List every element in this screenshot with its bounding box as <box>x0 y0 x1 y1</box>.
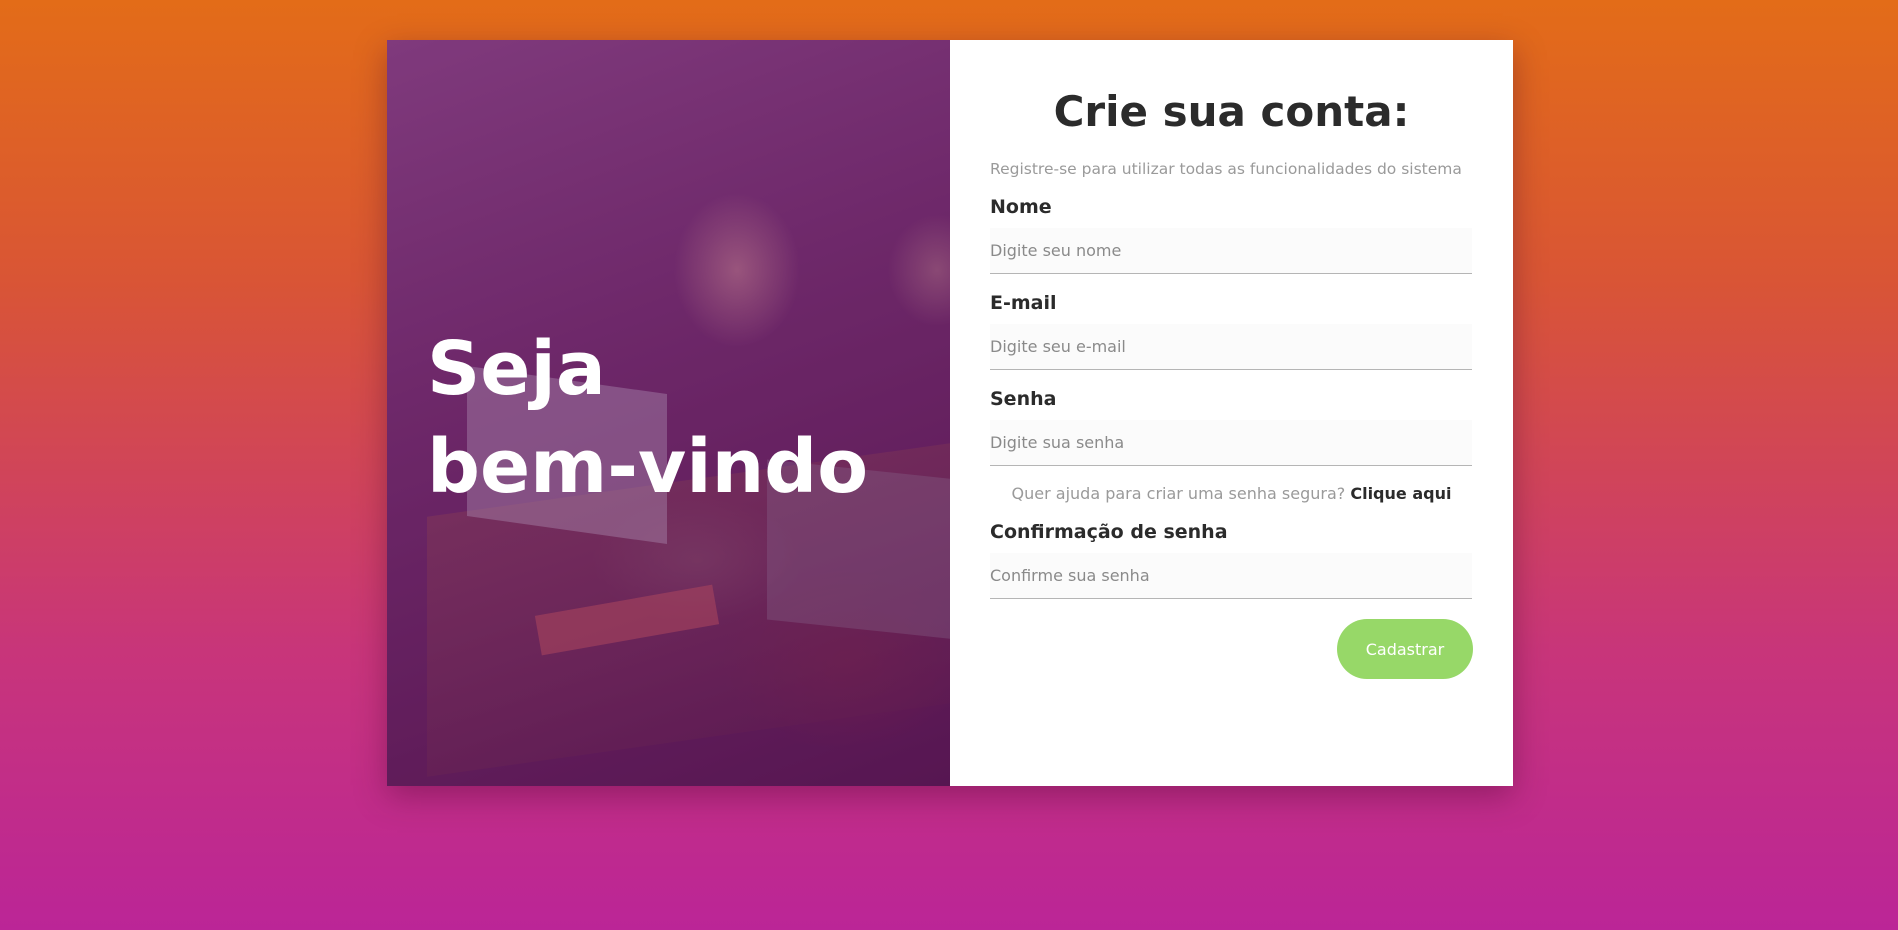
password-help: Quer ajuda para criar uma senha segura? … <box>990 484 1473 503</box>
form-title: Crie sua conta: <box>1053 87 1410 136</box>
confirm-password-label: Confirmação de senha <box>990 521 1228 543</box>
password-help-link[interactable]: Clique aqui <box>1350 484 1451 503</box>
form-subtitle: Registre-se para utilizar todas as funci… <box>990 160 1462 178</box>
welcome-hero: Seja bem-vindo <box>387 40 950 786</box>
password-help-text: Quer ajuda para criar uma senha segura? <box>1011 484 1346 503</box>
confirm-password-input[interactable] <box>990 553 1472 599</box>
welcome-heading: Seja bem-vindo <box>427 320 927 516</box>
password-label: Senha <box>990 388 1057 410</box>
name-input[interactable] <box>990 228 1472 274</box>
signup-card: Seja bem-vindo Crie sua conta: Registre-… <box>387 40 1513 786</box>
form-actions: Cadastrar <box>990 619 1473 679</box>
password-input[interactable] <box>990 420 1472 466</box>
welcome-line-2: bem-vindo <box>427 424 869 510</box>
name-label: Nome <box>990 196 1052 218</box>
register-button[interactable]: Cadastrar <box>1337 619 1473 679</box>
welcome-line-1: Seja <box>427 326 606 412</box>
email-label: E-mail <box>990 292 1057 314</box>
email-input[interactable] <box>990 324 1472 370</box>
signup-form-panel: Crie sua conta: Registre-se para utiliza… <box>950 40 1513 786</box>
